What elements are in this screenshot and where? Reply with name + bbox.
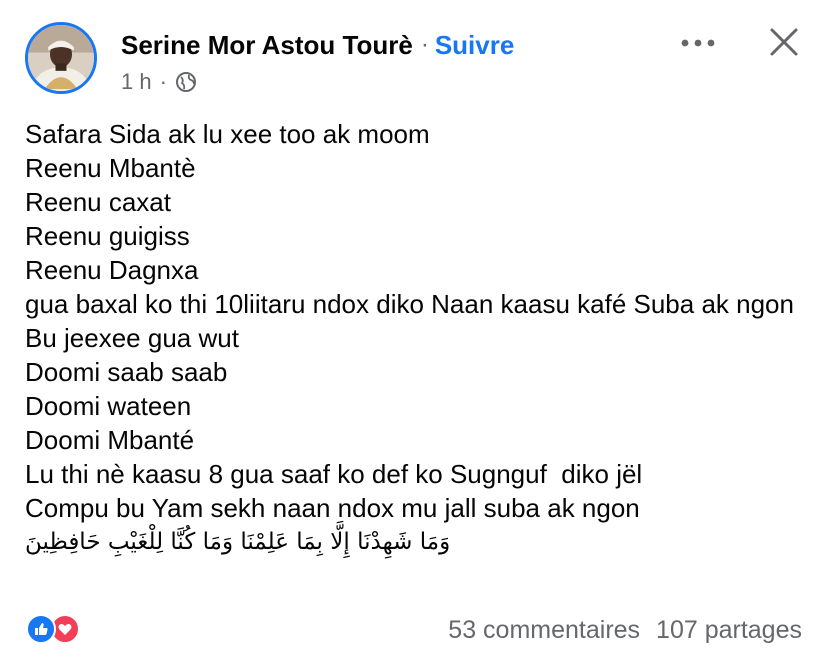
arabic-verse: وَمَا شَهِدْنَا إِلَّا بِمَا عَلِمْنَا و…: [25, 529, 451, 555]
post-line: Bu jeexee gua wut: [25, 323, 239, 353]
post-time[interactable]: 1 h: [121, 69, 152, 95]
post-header: Serine Mor Astou Tourè · Suivre 1 h ·: [0, 0, 828, 110]
more-options-icon[interactable]: [676, 26, 720, 60]
post-line: Doomi wateen: [25, 391, 192, 421]
post-line: gua baxal ko thi 10liitaru ndox diko Naa…: [25, 289, 794, 319]
post-line: Compu bu Yam sekh naan ndox mu jall suba…: [25, 493, 640, 523]
post-line: Lu thi nè kaasu 8 gua saaf ko def ko Sug…: [25, 459, 643, 489]
post-line: Reenu guigiss: [25, 221, 190, 251]
globe-icon[interactable]: [175, 71, 197, 93]
post-line: Safara Sida ak lu xee too ak moom: [25, 119, 430, 149]
close-icon[interactable]: [762, 20, 806, 64]
post-line: Reenu Dagnxa: [25, 255, 199, 285]
like-icon: [26, 614, 56, 644]
post-line: Doomi saab saab: [25, 357, 228, 387]
post-line: Doomi Mbanté: [25, 425, 195, 455]
follow-button[interactable]: Suivre: [435, 30, 515, 61]
author-name[interactable]: Serine Mor Astou Tourè: [121, 30, 413, 61]
post-line: Reenu Mbantè: [25, 153, 196, 183]
meta-separator: ·: [159, 69, 167, 94]
author-avatar[interactable]: [25, 22, 97, 94]
shares-count[interactable]: 107 partages: [656, 616, 802, 645]
avatar-photo: [28, 25, 94, 91]
post-line: Reenu caxat: [25, 187, 171, 217]
author-line: Serine Mor Astou Tourè · Suivre: [121, 28, 514, 62]
engagement-stats: 53 commentaires 107 partages: [448, 615, 802, 645]
name-separator: ·: [420, 31, 429, 58]
reaction-summary[interactable]: [26, 613, 80, 645]
post-body: Safara Sida ak lu xee too ak moom Reenu …: [25, 117, 815, 559]
comments-count[interactable]: 53 commentaires: [448, 616, 640, 645]
post-meta: 1 h ·: [121, 68, 197, 96]
post-footer: 53 commentaires 107 partages: [0, 605, 828, 655]
